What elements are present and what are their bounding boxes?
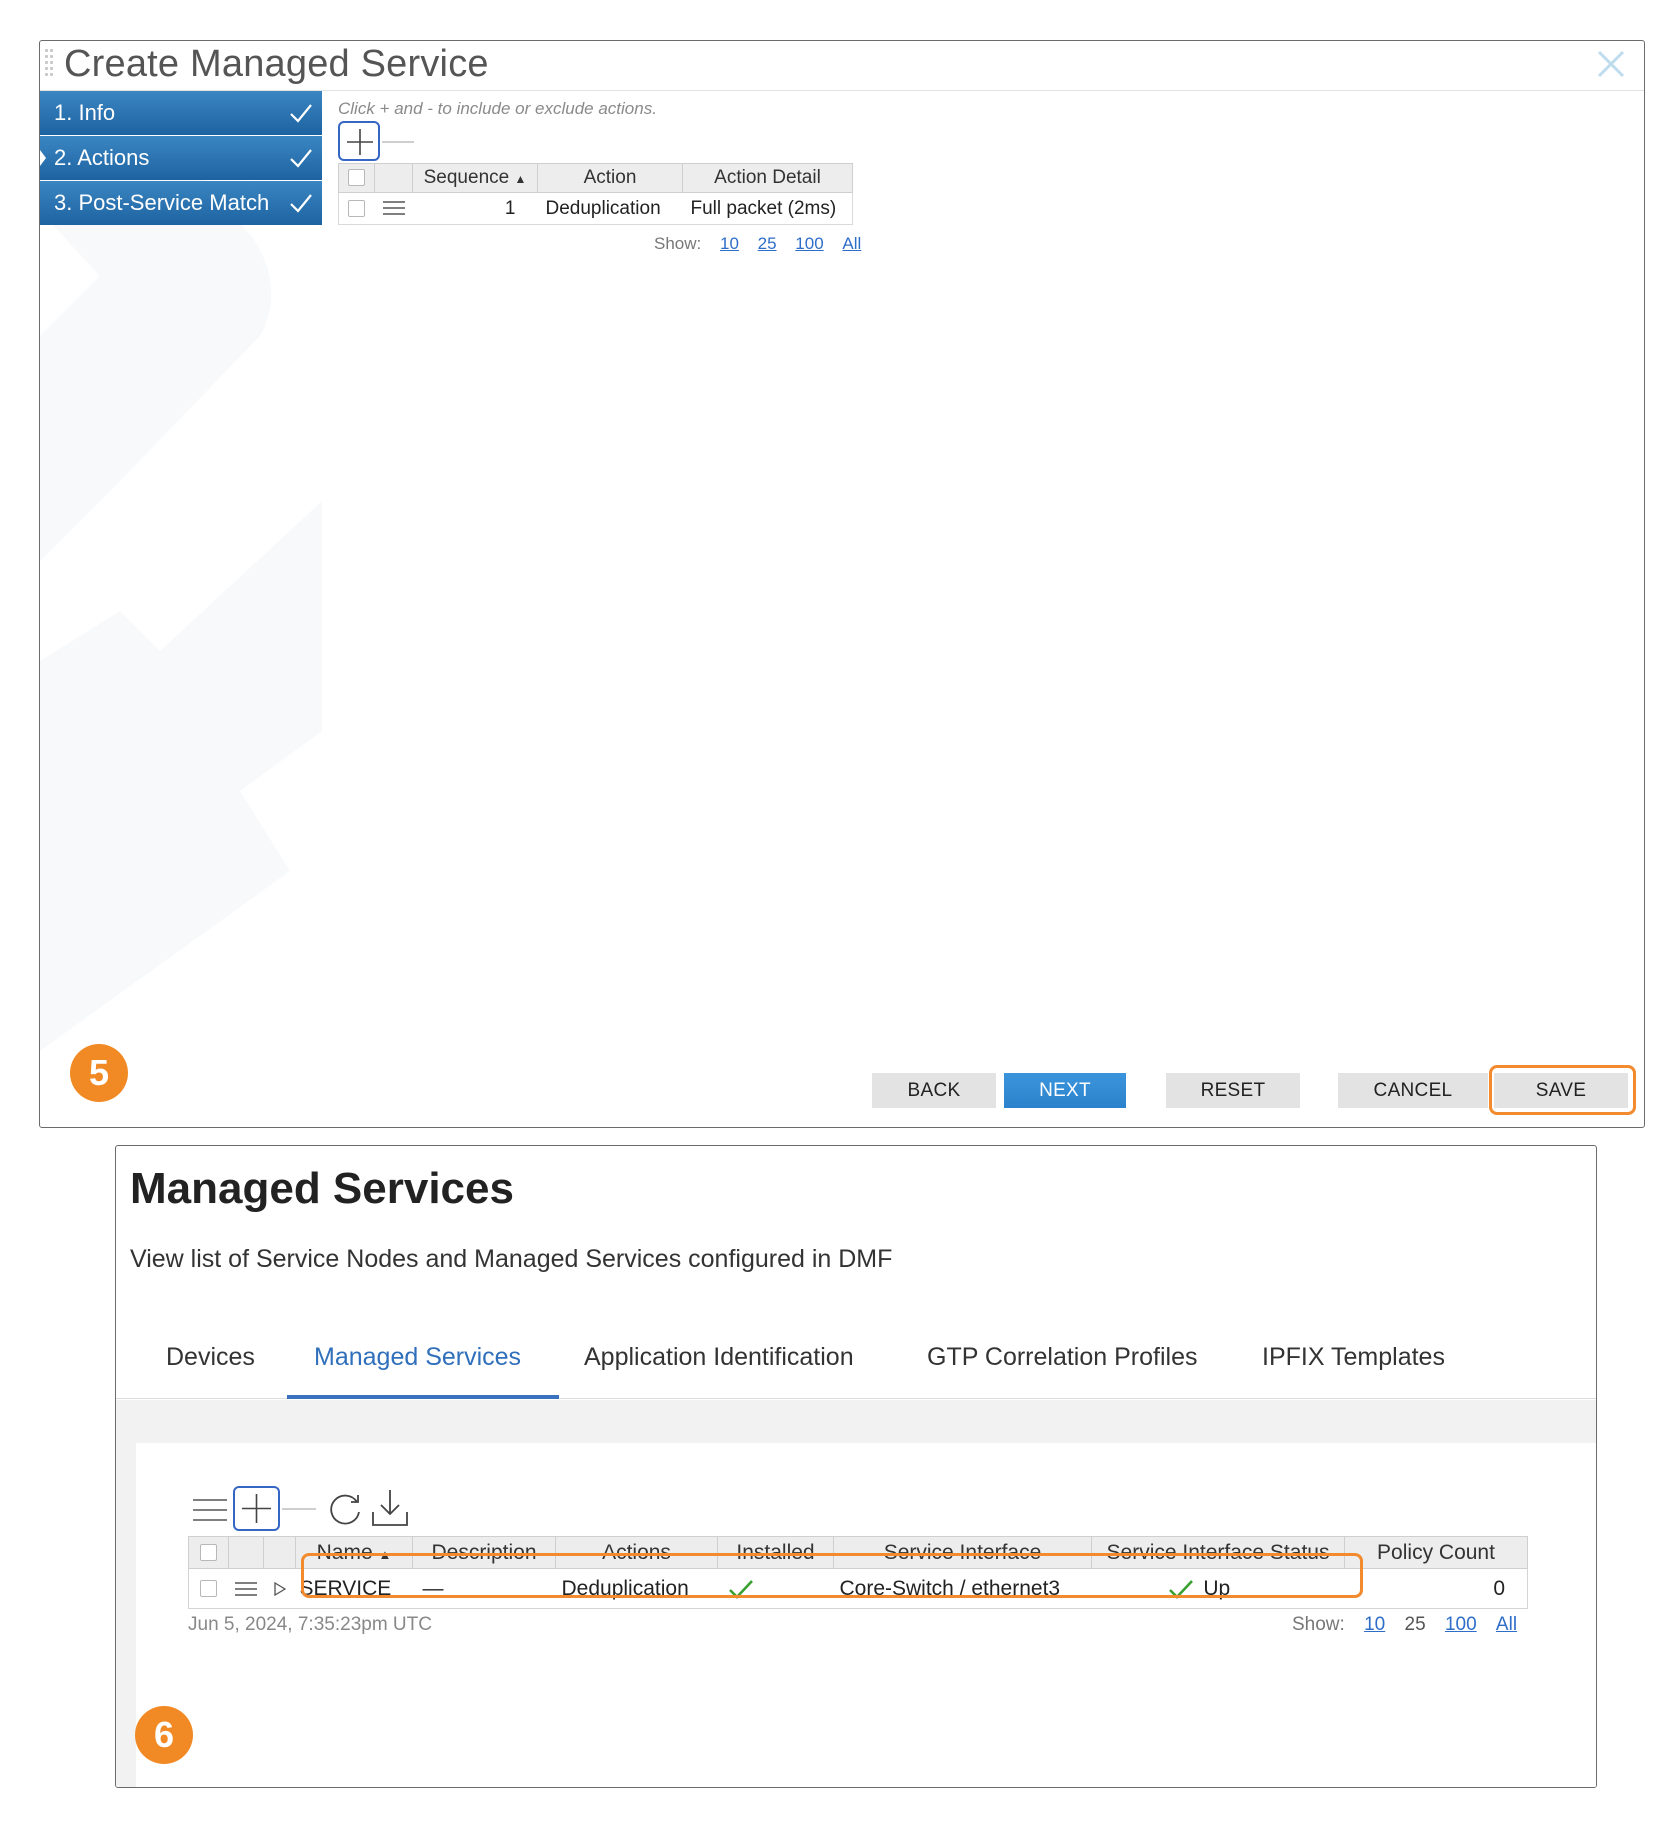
- row-checkbox[interactable]: [348, 199, 366, 217]
- background-watermark: [40, 161, 322, 1051]
- column-action[interactable]: Action: [537, 163, 683, 193]
- managed-services-page: Managed Services View list of Service No…: [115, 1145, 1597, 1788]
- step-info[interactable]: 1. Info: [40, 91, 322, 135]
- select-all-checkbox[interactable]: [348, 169, 365, 187]
- page-size-25[interactable]: 25: [758, 234, 777, 253]
- last-updated-timestamp: Jun 5, 2024, 7:35:23pm UTC: [188, 1614, 432, 1635]
- pagination: Show: 10 25 100 All: [654, 234, 861, 254]
- table-header-row: Sequence ▲ Action Action Detail: [338, 163, 853, 193]
- page-size-10[interactable]: 10: [1364, 1614, 1385, 1635]
- page-size-all[interactable]: All: [1496, 1614, 1517, 1635]
- row-select-cell: [189, 1569, 229, 1609]
- add-service-button[interactable]: [233, 1486, 280, 1531]
- active-tab-indicator: [287, 1395, 559, 1399]
- page-size-100[interactable]: 100: [1445, 1614, 1477, 1635]
- plus-icon: [347, 129, 373, 155]
- tab-application-identification[interactable]: Application Identification: [584, 1334, 854, 1399]
- pager-label: Show:: [654, 234, 702, 253]
- cell-action-detail: Full packet (2ms): [690, 197, 837, 219]
- tab-bar: Devices Managed Services Application Ide…: [116, 1334, 1596, 1399]
- column-sequence[interactable]: Sequence ▲: [412, 163, 538, 193]
- cancel-button[interactable]: CANCEL: [1338, 1073, 1488, 1108]
- remove-action-button[interactable]: [382, 141, 414, 143]
- reset-button[interactable]: RESET: [1166, 1073, 1300, 1108]
- page-subtitle: View list of Service Nodes and Managed S…: [130, 1245, 893, 1273]
- tab-ipfix-templates[interactable]: IPFIX Templates: [1262, 1334, 1445, 1399]
- drag-header-cell: [228, 1536, 264, 1569]
- check-icon: [290, 194, 312, 213]
- page-title: Managed Services: [130, 1164, 514, 1213]
- check-icon: [290, 104, 312, 123]
- close-icon[interactable]: [1594, 47, 1628, 81]
- select-all-checkbox[interactable]: [200, 1544, 217, 1562]
- drag-handle-icon[interactable]: [234, 1581, 258, 1597]
- step-post-service-match[interactable]: 3. Post-Service Match: [40, 181, 322, 225]
- actions-table: Sequence ▲ Action Action Detail 1 Dedupl…: [338, 163, 853, 225]
- row-select-cell: [339, 193, 375, 225]
- download-icon[interactable]: [370, 1488, 410, 1528]
- plus-icon: [242, 1494, 271, 1523]
- tab-devices[interactable]: Devices: [166, 1334, 255, 1399]
- menu-icon[interactable]: [192, 1498, 228, 1522]
- cell-policy-count: 0: [1493, 1576, 1505, 1600]
- step-label: 2. Actions: [54, 145, 150, 170]
- back-button[interactable]: BACK: [872, 1073, 996, 1108]
- hint-text: Click + and - to include or exclude acti…: [338, 99, 657, 118]
- sort-asc-icon: ▲: [514, 172, 527, 186]
- drag-grip-icon[interactable]: [45, 49, 55, 81]
- expand-caret-icon[interactable]: [273, 1581, 286, 1597]
- row-drag-cell: [375, 193, 413, 225]
- dialog-title: Create Managed Service: [64, 43, 489, 85]
- row-expand-cell: [264, 1569, 296, 1609]
- tab-managed-services[interactable]: Managed Services: [314, 1334, 521, 1399]
- add-action-button[interactable]: [338, 121, 380, 161]
- drag-handle-icon[interactable]: [382, 200, 406, 216]
- check-icon: [290, 149, 312, 168]
- select-all-cell: [338, 163, 375, 193]
- step-badge: 6: [135, 1706, 193, 1764]
- page-size-25[interactable]: 25: [1405, 1614, 1426, 1635]
- page-size-10[interactable]: 10: [720, 234, 739, 253]
- step-actions[interactable]: 2. Actions: [40, 136, 322, 180]
- column-action-detail[interactable]: Action Detail: [682, 163, 853, 193]
- table-row[interactable]: 1 Deduplication Full packet (2ms): [339, 193, 853, 225]
- pager-label: Show:: [1292, 1614, 1345, 1635]
- dialog-title-bar[interactable]: Create Managed Service: [40, 41, 1644, 91]
- row-checkbox[interactable]: [200, 1580, 218, 1598]
- row-drag-cell: [229, 1569, 264, 1609]
- step-badge: 5: [70, 1044, 128, 1102]
- cell-sequence: 1: [504, 197, 516, 219]
- page-size-all[interactable]: All: [842, 234, 861, 253]
- cell-action: Deduplication: [545, 197, 661, 219]
- expand-header-cell: [263, 1536, 296, 1569]
- step-label: 1. Info: [54, 100, 116, 125]
- next-button[interactable]: NEXT: [1004, 1073, 1126, 1108]
- column-policy-count[interactable]: Policy Count: [1344, 1536, 1528, 1569]
- row-highlight: [301, 1553, 1363, 1598]
- save-highlight: [1489, 1065, 1636, 1115]
- wizard-steps: 1. Info 2. Actions 3. Post-Service Match: [40, 91, 322, 226]
- pagination: Show: 10 25 100 All: [1292, 1614, 1517, 1636]
- tab-gtp-correlation-profiles[interactable]: GTP Correlation Profiles: [927, 1334, 1197, 1399]
- page-size-100[interactable]: 100: [795, 234, 823, 253]
- refresh-icon[interactable]: [326, 1490, 364, 1528]
- drag-header-cell: [374, 163, 413, 193]
- select-all-cell: [188, 1536, 229, 1569]
- step-label: 3. Post-Service Match: [54, 190, 270, 215]
- create-managed-service-dialog: Create Managed Service 1. Info 2. Action…: [39, 40, 1645, 1128]
- remove-service-button[interactable]: [282, 1508, 316, 1510]
